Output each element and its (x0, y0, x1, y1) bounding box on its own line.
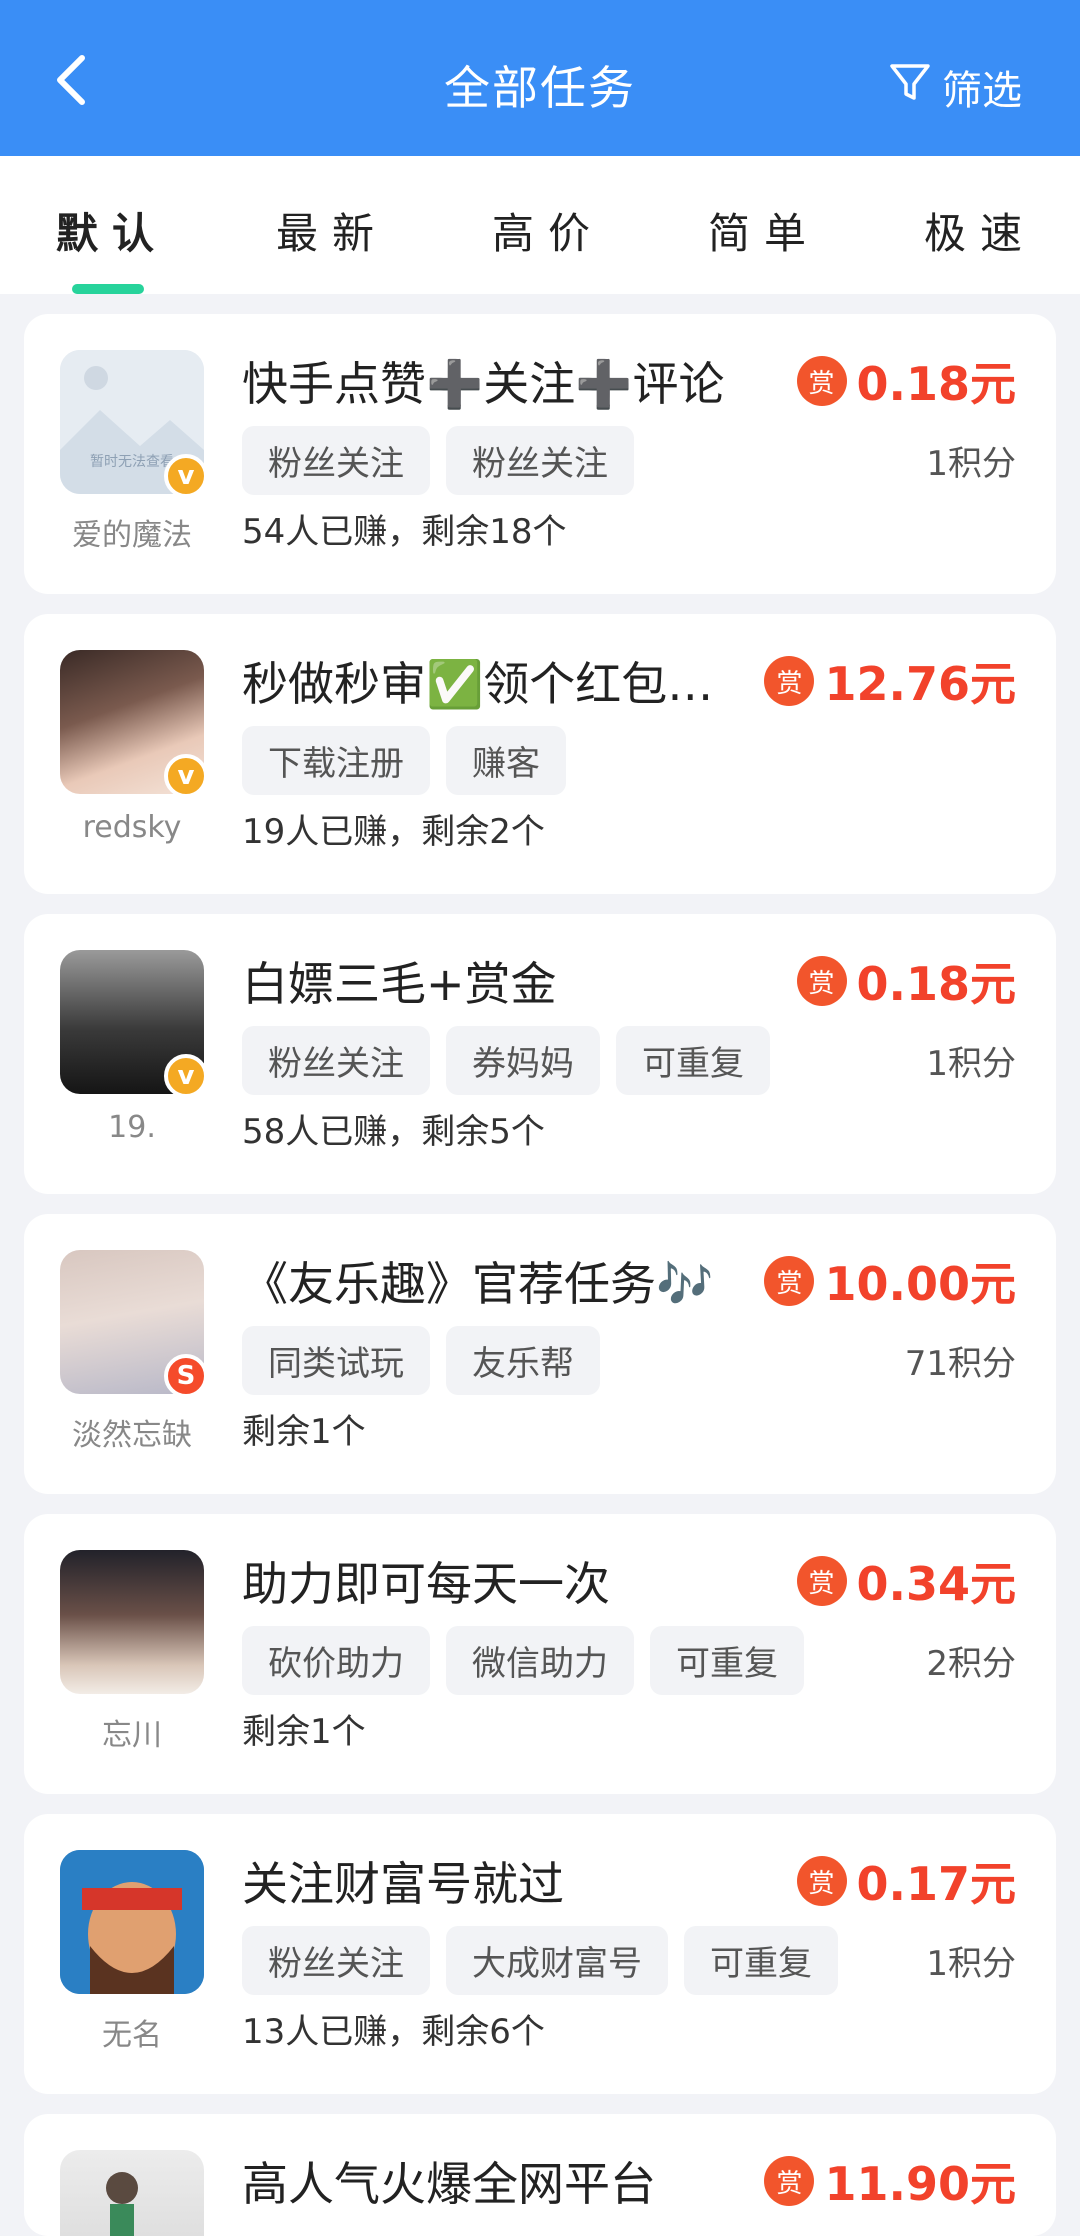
task-title: 《友乐趣》官荐任务🎶 (242, 1257, 714, 1311)
avatar-caption: 暂时无法查看 (90, 454, 174, 470)
reward-icon: 赏 (764, 656, 815, 706)
task-reward: 赏 11.90元 (764, 2148, 1016, 2214)
reward-icon: 赏 (764, 1256, 815, 1306)
task-title: 秒做秒审✅领个红包就过 (242, 657, 752, 711)
tag: 粉丝关注 (242, 1026, 430, 1095)
tab-bar: 默认 最新 高价 简单 极速 (0, 156, 1080, 294)
reward-icon: 赏 (796, 1856, 847, 1906)
tag-list: 粉丝关注 粉丝关注 (242, 426, 634, 495)
super-badge-icon: S (164, 1354, 208, 1398)
task-card[interactable]: 无名 关注财富号就过 赏 0.17元 粉丝关注 大成财富号 可重复 1积分 13人… (24, 1814, 1056, 2094)
tab-active-indicator (72, 284, 144, 294)
task-title: 助力即可每天一次 (242, 1557, 610, 1611)
tag: 下载注册 (242, 726, 430, 795)
task-card[interactable]: v 19. 白嫖三毛+赏金 赏 0.18元 粉丝关注 券妈妈 可重复 1积分 58… (24, 914, 1056, 1194)
tag: 同类试玩 (242, 1326, 430, 1395)
user-name: 爱的魔法 (72, 518, 192, 553)
task-card[interactable]: S 淡然忘缺 《友乐趣》官荐任务🎶 赏 10.00元 同类试玩 友乐帮 71积分 … (24, 1214, 1056, 1494)
tag-list: 粉丝关注 大成财富号 可重复 (242, 1926, 838, 1995)
vip-badge-icon: v (164, 754, 208, 798)
task-title: 关注财富号就过 (242, 1857, 564, 1911)
task-reward: 赏 0.34元 (796, 1548, 1016, 1614)
task-stats: 剩余1个 (242, 1712, 366, 1752)
tag: 粉丝关注 (446, 426, 634, 495)
task-points: 1积分 (926, 444, 1016, 484)
task-points: 2积分 (926, 1644, 1016, 1684)
tag-list: 同类试玩 友乐帮 (242, 1326, 600, 1395)
reward-icon: 赏 (796, 1556, 847, 1606)
reward-icon: 赏 (764, 2156, 815, 2206)
tag: 友乐帮 (446, 1326, 600, 1395)
tag: 赚客 (446, 726, 566, 795)
avatar (60, 2150, 204, 2236)
top-bar: 全部任务 筛选 (0, 0, 1080, 156)
task-card[interactable]: 暂时无法查看 v 爱的魔法 快手点赞➕关注➕评论 赏 0.18元 粉丝关注 粉丝关… (24, 314, 1056, 594)
task-title: 快手点赞➕关注➕评论 (242, 357, 725, 411)
tag: 可重复 (650, 1626, 804, 1695)
user-name: 淡然忘缺 (72, 1418, 192, 1453)
user-name: redsky (82, 810, 182, 845)
vip-badge-icon: v (164, 1054, 208, 1098)
tag-list: 下载注册 赚客 (242, 726, 566, 795)
user-name: 忘川 (102, 1718, 162, 1753)
task-card[interactable]: 高人气火爆全网平台 赏 11.90元 (24, 2114, 1056, 2236)
user-name: 无名 (102, 2018, 162, 2053)
tag: 可重复 (616, 1026, 770, 1095)
task-title: 白嫖三毛+赏金 (242, 957, 557, 1011)
tag: 粉丝关注 (242, 1926, 430, 1995)
task-stats: 54人已赚，剩余18个 (242, 512, 567, 552)
tab-simple[interactable]: 简单 (708, 200, 820, 261)
task-reward: 赏 0.18元 (796, 948, 1016, 1014)
task-reward: 赏 12.76元 (764, 648, 1016, 714)
user-name: 19. (108, 1110, 156, 1145)
tab-latest[interactable]: 最新 (276, 200, 388, 261)
reward-icon: 赏 (796, 356, 847, 406)
filter-label: 筛选 (942, 68, 1022, 114)
tag: 券妈妈 (446, 1026, 600, 1095)
task-stats: 19人已赚，剩余2个 (242, 812, 545, 852)
tab-high-price[interactable]: 高价 (492, 200, 604, 261)
task-reward: 赏 0.17元 (796, 1848, 1016, 1914)
task-points: 1积分 (926, 1944, 1016, 1984)
filter-icon (888, 60, 932, 114)
tab-fast[interactable]: 极速 (924, 200, 1036, 261)
task-reward: 赏 10.00元 (764, 1248, 1016, 1314)
task-card[interactable]: 忘川 助力即可每天一次 赏 0.34元 砍价助力 微信助力 可重复 2积分 剩余1… (24, 1514, 1056, 1794)
filter-button[interactable]: 筛选 (888, 58, 1022, 116)
tag: 大成财富号 (446, 1926, 668, 1995)
tag-list: 砍价助力 微信助力 可重复 (242, 1626, 804, 1695)
tag-list: 粉丝关注 券妈妈 可重复 (242, 1026, 770, 1095)
task-title: 高人气火爆全网平台 (242, 2157, 656, 2211)
avatar (60, 1850, 204, 1994)
reward-icon: 赏 (796, 956, 847, 1006)
avatar (60, 1550, 204, 1694)
task-card[interactable]: v redsky 秒做秒审✅领个红包就过 赏 12.76元 下载注册 赚客 19人… (24, 614, 1056, 894)
tag: 砍价助力 (242, 1626, 430, 1695)
task-reward: 赏 0.18元 (796, 348, 1016, 414)
task-points: 71积分 (904, 1344, 1016, 1384)
task-points: 1积分 (926, 1044, 1016, 1084)
task-stats: 58人已赚，剩余5个 (242, 1112, 545, 1152)
tab-default[interactable]: 默认 (56, 200, 168, 261)
tag: 可重复 (684, 1926, 838, 1995)
vip-badge-icon: v (164, 454, 208, 498)
task-stats: 13人已赚，剩余6个 (242, 2012, 545, 2052)
tag: 粉丝关注 (242, 426, 430, 495)
tag: 微信助力 (446, 1626, 634, 1695)
task-stats: 剩余1个 (242, 1412, 366, 1452)
